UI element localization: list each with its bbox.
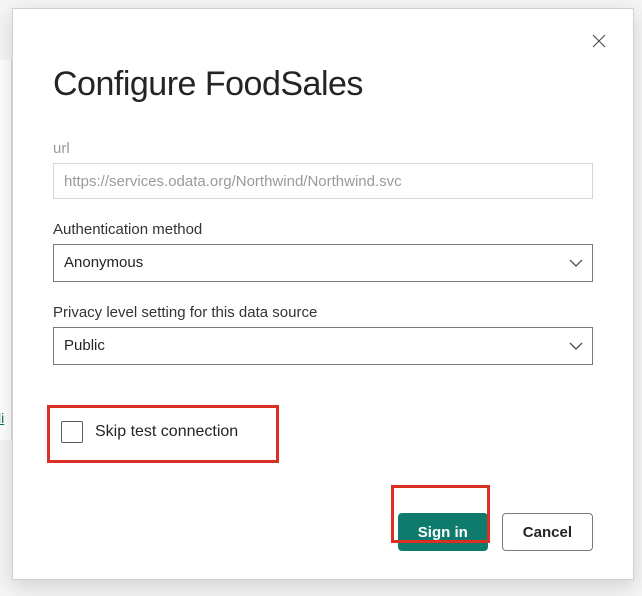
privacy-select[interactable]: Public [53,327,593,365]
cancel-button[interactable]: Cancel [502,513,593,551]
auth-field-group: Authentication method Anonymous [53,221,593,282]
url-field-group: url [53,140,593,199]
signin-button[interactable]: Sign in [398,513,488,551]
configure-dialog: Configure FoodSales url Authentication m… [12,8,634,580]
dialog-title: Configure FoodSales [53,65,593,104]
truncated-link-fragment: li [0,410,4,426]
background-panel [0,60,12,440]
close-icon [592,34,606,48]
auth-select-wrap: Anonymous [53,244,593,282]
privacy-label: Privacy level setting for this data sour… [53,304,593,321]
close-button[interactable] [587,29,611,53]
skip-test-checkbox[interactable] [61,421,83,443]
url-label: url [53,140,593,157]
auth-label: Authentication method [53,221,593,238]
skip-test-label: Skip test connection [95,423,238,441]
skip-test-row[interactable]: Skip test connection [53,415,246,449]
url-input[interactable] [53,163,593,199]
privacy-field-group: Privacy level setting for this data sour… [53,304,593,365]
privacy-select-wrap: Public [53,327,593,365]
auth-select[interactable]: Anonymous [53,244,593,282]
dialog-footer: Sign in Cancel [398,513,593,551]
